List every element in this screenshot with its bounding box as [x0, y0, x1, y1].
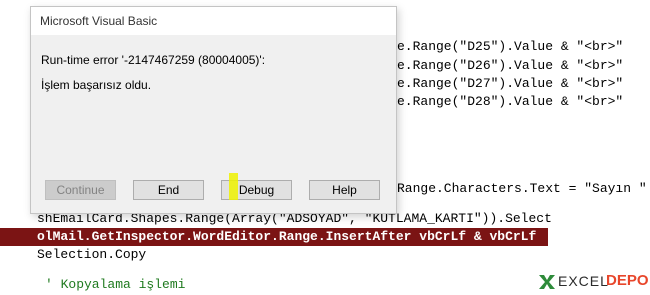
code-line[interactable]: Range.Characters.Text = "Sayın " [397, 180, 647, 198]
code-line[interactable]: e.Range("D28").Value & "<br>" [397, 93, 623, 111]
code-line[interactable]: e.Range("D27").Value & "<br>" [397, 75, 623, 93]
end-button[interactable]: End [133, 180, 204, 200]
error-code-text: Run-time error '-2147467259 (80004005)': [41, 53, 266, 67]
logo-text-depo: DEPO [606, 272, 649, 289]
error-message-text: İşlem başarısız oldu. [41, 78, 152, 92]
help-button[interactable]: Help [309, 180, 380, 200]
mouse-cursor-highlight [229, 173, 238, 200]
logo-text-excel: EXCEL [558, 273, 609, 289]
code-comment-line[interactable]: ' Kopyalama işlemi [45, 276, 185, 294]
dialog-title: Microsoft Visual Basic [40, 14, 158, 28]
code-line[interactable]: Selection.Copy [37, 246, 146, 264]
highlighted-error-line[interactable]: olMail.GetInspector.WordEditor.Range.Ins… [0, 228, 548, 246]
excel-depo-logo-icon [539, 275, 555, 289]
dialog-titlebar[interactable]: Microsoft Visual Basic [31, 7, 396, 35]
code-line[interactable]: e.Range("D25").Value & "<br>" [397, 38, 623, 56]
code-line[interactable]: e.Range("D26").Value & "<br>" [397, 57, 623, 75]
runtime-error-dialog: Microsoft Visual Basic Run-time error '-… [30, 6, 397, 214]
continue-button: Continue [45, 180, 116, 200]
